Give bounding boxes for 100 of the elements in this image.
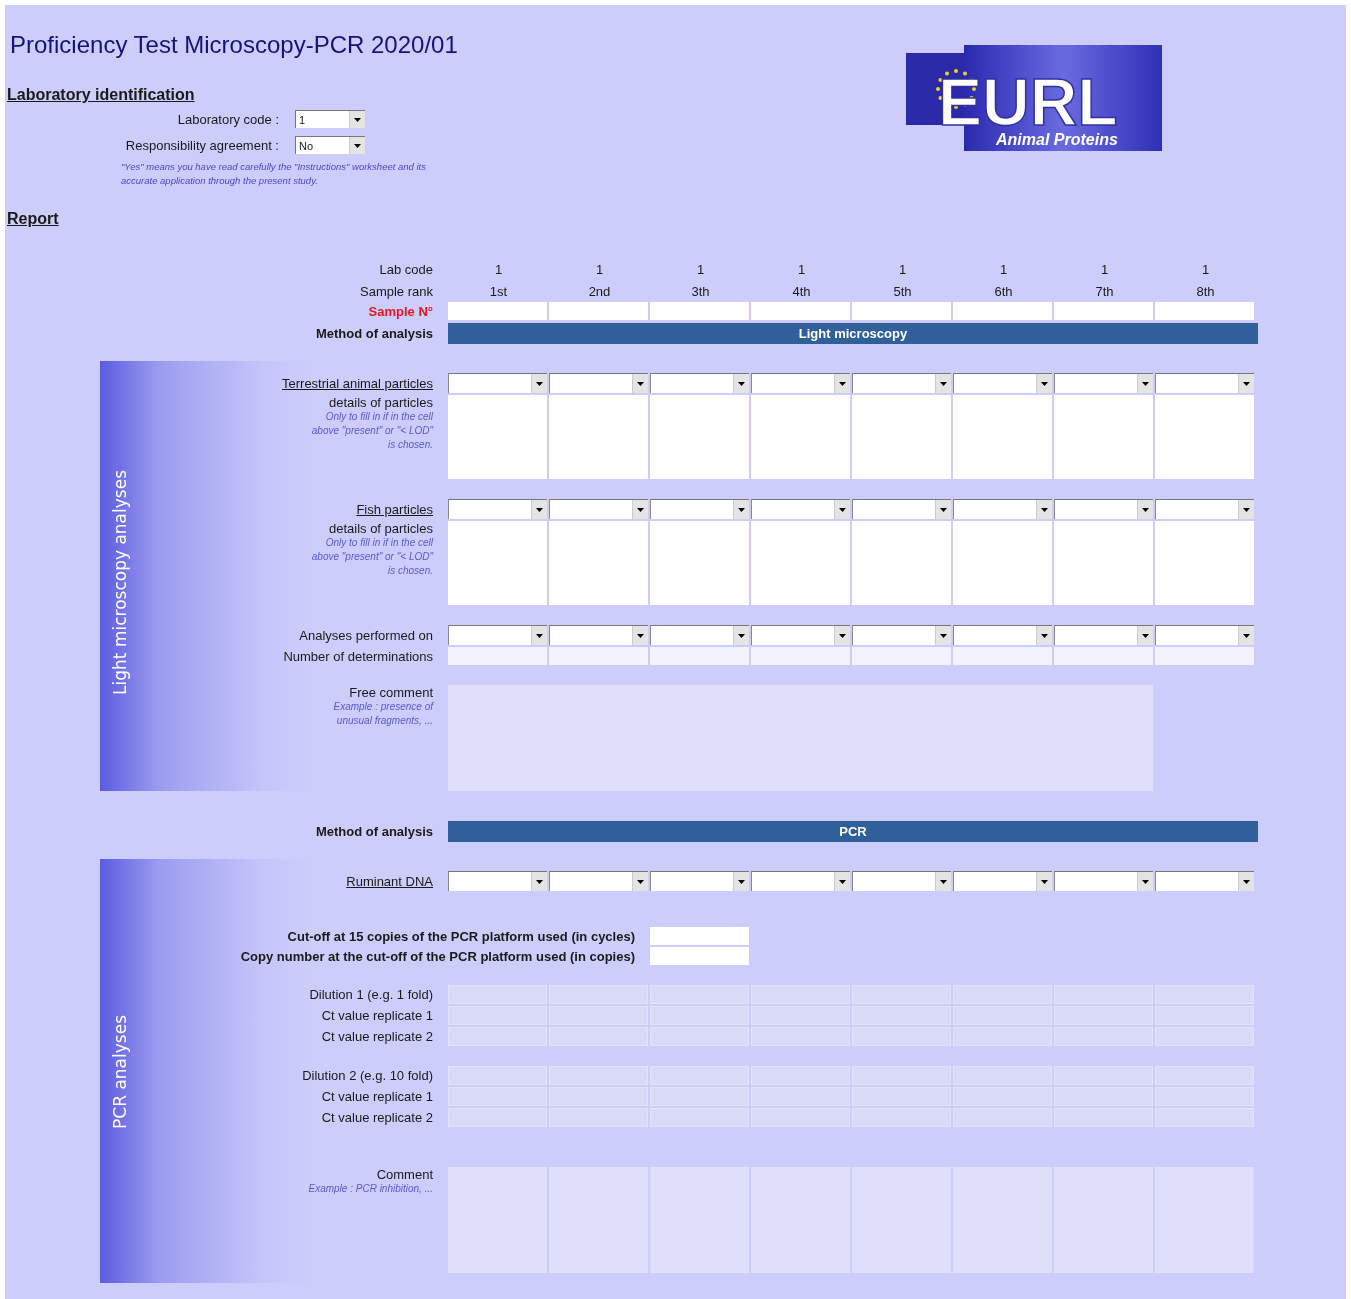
- dropdown-field[interactable]: [549, 499, 648, 519]
- details-field[interactable]: [953, 521, 1052, 605]
- dropdown-field[interactable]: [549, 625, 648, 645]
- dropdown-button[interactable]: [1137, 500, 1153, 519]
- dropdown-field[interactable]: [1054, 373, 1153, 393]
- dropdown-field[interactable]: [953, 373, 1052, 393]
- input-field[interactable]: [448, 302, 547, 320]
- input-field[interactable]: [650, 302, 749, 320]
- dropdown-field[interactable]: [751, 625, 850, 645]
- dropdown-field[interactable]: [448, 625, 547, 645]
- details-field[interactable]: [751, 395, 850, 479]
- input-field[interactable]: [650, 947, 749, 965]
- input-field[interactable]: [751, 647, 850, 665]
- dropdown-field[interactable]: [549, 871, 648, 891]
- input-field[interactable]: [1054, 647, 1153, 665]
- dropdown-button[interactable]: [1137, 626, 1153, 645]
- dropdown-field[interactable]: [953, 625, 1052, 645]
- dropdown-button[interactable]: [1036, 374, 1052, 393]
- details-field[interactable]: [448, 395, 547, 479]
- dropdown-button[interactable]: [1036, 626, 1052, 645]
- dropdown-field[interactable]: No: [295, 136, 365, 154]
- dropdown-button[interactable]: [733, 626, 749, 645]
- dropdown-button[interactable]: [1036, 872, 1052, 891]
- dropdown-field[interactable]: [751, 499, 850, 519]
- details-field[interactable]: [650, 395, 749, 479]
- details-field[interactable]: [448, 521, 547, 605]
- dropdown-field[interactable]: [650, 871, 749, 891]
- dropdown-button[interactable]: [349, 111, 365, 128]
- dropdown-field[interactable]: [448, 499, 547, 519]
- row-link[interactable]: Ruminant DNA: [346, 873, 448, 889]
- dropdown-field[interactable]: [953, 499, 1052, 519]
- details-field[interactable]: [1155, 521, 1254, 605]
- row-link[interactable]: Fish particles: [356, 501, 448, 517]
- dropdown-field[interactable]: [852, 373, 951, 393]
- details-field[interactable]: [751, 521, 850, 605]
- input-field[interactable]: [1155, 647, 1254, 665]
- dropdown-field[interactable]: [650, 625, 749, 645]
- dropdown-field[interactable]: [549, 373, 648, 393]
- dropdown-button[interactable]: [349, 137, 365, 154]
- input-field[interactable]: [549, 302, 648, 320]
- details-field[interactable]: [953, 395, 1052, 479]
- details-field[interactable]: [650, 521, 749, 605]
- dropdown-field[interactable]: [751, 373, 850, 393]
- details-field[interactable]: [1054, 521, 1153, 605]
- dropdown-button[interactable]: [531, 500, 547, 519]
- dropdown-field[interactable]: [852, 625, 951, 645]
- dropdown-field[interactable]: [852, 871, 951, 891]
- dropdown-field[interactable]: [650, 373, 749, 393]
- dropdown-field[interactable]: [650, 499, 749, 519]
- details-field[interactable]: [1155, 395, 1254, 479]
- dropdown-field[interactable]: [1155, 871, 1254, 891]
- input-field[interactable]: [1054, 302, 1153, 320]
- dropdown-button[interactable]: [1137, 872, 1153, 891]
- input-field[interactable]: [852, 647, 951, 665]
- dropdown-button[interactable]: [1036, 500, 1052, 519]
- dropdown-field[interactable]: [448, 871, 547, 891]
- input-field[interactable]: [953, 647, 1052, 665]
- dropdown-button[interactable]: [935, 500, 951, 519]
- dropdown-field[interactable]: [1054, 499, 1153, 519]
- details-field[interactable]: [549, 521, 648, 605]
- dropdown-button[interactable]: [733, 500, 749, 519]
- dropdown-button[interactable]: [834, 626, 850, 645]
- dropdown-field[interactable]: [852, 499, 951, 519]
- dropdown-button[interactable]: [834, 500, 850, 519]
- dropdown-button[interactable]: [935, 872, 951, 891]
- dropdown-field[interactable]: [1155, 625, 1254, 645]
- input-field[interactable]: [953, 302, 1052, 320]
- dropdown-button[interactable]: [632, 872, 648, 891]
- input-field[interactable]: [549, 647, 648, 665]
- input-field[interactable]: [448, 647, 547, 665]
- dropdown-field[interactable]: 1: [295, 110, 365, 128]
- dropdown-button[interactable]: [1238, 626, 1254, 645]
- dropdown-button[interactable]: [834, 374, 850, 393]
- dropdown-field[interactable]: [1155, 499, 1254, 519]
- input-field[interactable]: [650, 927, 749, 945]
- dropdown-field[interactable]: [1155, 373, 1254, 393]
- dropdown-button[interactable]: [1238, 374, 1254, 393]
- dropdown-button[interactable]: [834, 872, 850, 891]
- dropdown-button[interactable]: [632, 626, 648, 645]
- input-field[interactable]: [1155, 302, 1254, 320]
- dropdown-field[interactable]: [448, 373, 547, 393]
- dropdown-button[interactable]: [531, 872, 547, 891]
- dropdown-field[interactable]: [953, 871, 1052, 891]
- dropdown-button[interactable]: [935, 374, 951, 393]
- details-field[interactable]: [1054, 395, 1153, 479]
- dropdown-button[interactable]: [935, 626, 951, 645]
- input-field[interactable]: [650, 647, 749, 665]
- dropdown-button[interactable]: [531, 374, 547, 393]
- details-field[interactable]: [852, 395, 951, 479]
- input-field[interactable]: [751, 302, 850, 320]
- dropdown-button[interactable]: [733, 872, 749, 891]
- input-field[interactable]: [852, 302, 951, 320]
- dropdown-field[interactable]: [1054, 871, 1153, 891]
- dropdown-button[interactable]: [632, 374, 648, 393]
- dropdown-button[interactable]: [733, 374, 749, 393]
- dropdown-field[interactable]: [751, 871, 850, 891]
- dropdown-field[interactable]: [1054, 625, 1153, 645]
- dropdown-button[interactable]: [1238, 872, 1254, 891]
- row-link[interactable]: Terrestrial animal particles: [282, 375, 448, 391]
- dropdown-button[interactable]: [632, 500, 648, 519]
